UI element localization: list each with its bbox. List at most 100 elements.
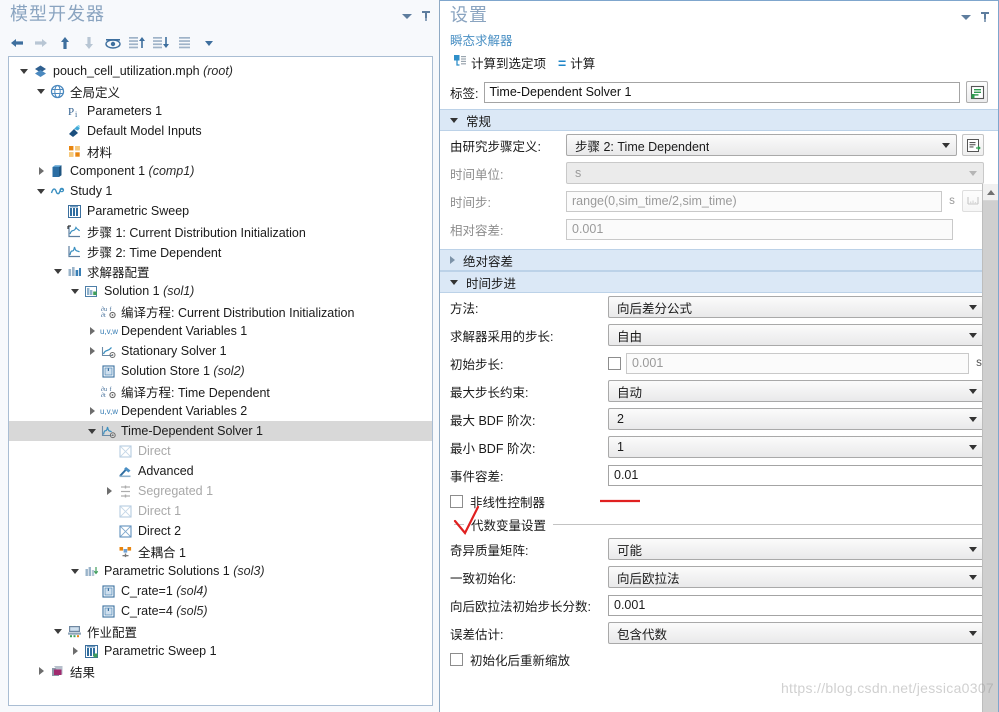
defined-by-study-step-select[interactable]: 步骤 2: Time Dependent <box>566 134 957 156</box>
move-down-icon[interactable] <box>78 32 100 54</box>
rescale-after-initialization-checkbox[interactable] <box>450 653 463 666</box>
expander-expand-icon[interactable] <box>34 167 48 175</box>
min-bdf-order-value: 1 <box>617 440 624 454</box>
compute-to-selected-button[interactable]: 计算到选定项 <box>450 52 549 73</box>
expander-expand-icon[interactable] <box>85 347 99 355</box>
collapse-all-icon[interactable] <box>126 32 148 54</box>
expander-expand-icon[interactable] <box>85 327 99 335</box>
tree-item-segregated-1[interactable]: Segregated 1 <box>9 481 432 501</box>
max-step-constraint-select[interactable]: 自动 <box>608 380 984 402</box>
expander-collapse-icon[interactable] <box>68 289 82 294</box>
tree-item-stationary-solver-1[interactable]: Stationary Solver 1 <box>9 341 432 361</box>
tree-item-time-dependent[interactable]: ∂u∂tf编译方程: Time Dependent <box>9 381 432 401</box>
pin-icon[interactable] <box>421 10 431 23</box>
tree-item-1-current-distribution-initialization[interactable]: 步骤 1: Current Distribution Initializatio… <box>9 221 432 241</box>
tree-item-c-rate-1[interactable]: C_rate=1 (sol4) <box>9 581 432 601</box>
tree-item-dependent-variables-2[interactable]: u,v,wDependent Variables 2 <box>9 401 432 421</box>
tree-item-[interactable]: 作业配置 <box>9 621 432 641</box>
move-up-icon[interactable] <box>54 32 76 54</box>
tree-item-direct[interactable]: Direct <box>9 441 432 461</box>
tree-item-default-model-inputs[interactable]: Default Model Inputs <box>9 121 432 141</box>
error-estimation-select[interactable]: 包含代数 <box>608 622 984 644</box>
relative-tolerance-input[interactable]: 0.001 <box>566 219 953 240</box>
sync-from-study-icon[interactable] <box>962 134 984 156</box>
tree-item-label: Parametric Sweep 1 <box>101 644 217 658</box>
job-config-icon <box>65 624 84 639</box>
tree-item-advanced[interactable]: Advanced <box>9 461 432 481</box>
label-input[interactable] <box>484 82 960 103</box>
settings-scrollbar[interactable] <box>982 184 998 712</box>
tree-item-parametric-sweep[interactable]: Parametric Sweep <box>9 201 432 221</box>
expander-collapse-icon[interactable] <box>68 569 82 574</box>
model-tree-container[interactable]: pouch_cell_utilization.mph (root)全局定义PiP… <box>8 56 433 706</box>
row-steps-taken-by-solver: 求解器采用的步长: 自由 <box>440 321 998 349</box>
expander-collapse-icon[interactable] <box>85 429 99 434</box>
tree-item-solution-1[interactable]: Solution 1 (sol1) <box>9 281 432 301</box>
svg-text:f: f <box>109 386 111 393</box>
section-header-general[interactable]: 常规 <box>440 109 998 131</box>
expander-collapse-icon[interactable] <box>51 269 65 274</box>
expand-all-icon[interactable] <box>150 32 172 54</box>
max-bdf-order-select[interactable]: 2 <box>608 408 984 430</box>
initial-step-checkbox[interactable] <box>608 357 621 370</box>
tree-item-2-time-dependent[interactable]: 步骤 2: Time Dependent <box>9 241 432 261</box>
tree-item-1[interactable]: 全耦合 1 <box>9 541 432 561</box>
time-unit-select[interactable]: s <box>566 162 984 184</box>
collapse-menu-icon[interactable] <box>402 14 412 19</box>
scrollbar-up-button[interactable] <box>983 184 998 201</box>
tree-item-current-distribution-initialization[interactable]: ∂u∂tf编译方程: Current Distribution Initiali… <box>9 301 432 321</box>
dependent-vars-icon: u,v,w <box>99 324 118 339</box>
expander-collapse-icon[interactable] <box>17 69 31 74</box>
section-header-time-stepping[interactable]: 时间步进 <box>440 271 998 293</box>
event-tolerance-input[interactable]: 0.01 <box>608 465 984 486</box>
expander-expand-icon[interactable] <box>34 667 48 675</box>
initial-step-label: 初始步长: <box>450 354 602 373</box>
node-list-icon[interactable] <box>174 32 196 54</box>
tree-item-solution-store-1[interactable]: Solution Store 1 (sol2) <box>9 361 432 381</box>
consistent-initialization-select[interactable]: 向后欧拉法 <box>608 566 984 588</box>
compile-equations-icon: ∂u∂tf <box>99 304 118 319</box>
collapse-menu-icon[interactable] <box>961 15 971 20</box>
steps-taken-select[interactable]: 自由 <box>608 324 984 346</box>
expander-expand-icon[interactable] <box>68 647 82 655</box>
tree-item-pouch-cell-utilization-mph[interactable]: pouch_cell_utilization.mph (root) <box>9 61 432 81</box>
tree-item-[interactable]: 全局定义 <box>9 81 432 101</box>
method-select[interactable]: 向后差分公式 <box>608 296 984 318</box>
tree-item-parametric-solutions-1[interactable]: Parametric Solutions 1 (sol3) <box>9 561 432 581</box>
time-steps-input[interactable]: range(0,sim_time/2,sim_time) <box>566 191 942 212</box>
mph-root-icon <box>31 64 50 79</box>
tree-item-[interactable]: 求解器配置 <box>9 261 432 281</box>
tree-item-study-1[interactable]: Study 1 <box>9 181 432 201</box>
tree-item-parametric-sweep-1[interactable]: Parametric Sweep 1 <box>9 641 432 661</box>
expander-collapse-icon[interactable] <box>34 189 48 194</box>
tree-item-dependent-variables-1[interactable]: u,v,wDependent Variables 1 <box>9 321 432 341</box>
tree-item-c-rate-4[interactable]: C_rate=4 (sol5) <box>9 601 432 621</box>
pin-icon[interactable] <box>980 11 990 24</box>
range-icon[interactable] <box>962 190 984 212</box>
min-bdf-order-select[interactable]: 1 <box>608 436 984 458</box>
tree-item-component-1[interactable]: Component 1 (comp1) <box>9 161 432 181</box>
expander-expand-icon[interactable] <box>102 487 116 495</box>
initial-step-input[interactable]: 0.001 <box>626 353 969 374</box>
nonlinear-controller-checkbox[interactable] <box>450 495 463 508</box>
tree-item-parameters-1[interactable]: PiParameters 1 <box>9 101 432 121</box>
time-dependent-solver-icon <box>99 424 118 439</box>
study-icon <box>48 184 67 199</box>
expander-collapse-icon[interactable] <box>34 89 48 94</box>
singular-mass-matrix-select[interactable]: 可能 <box>608 538 984 560</box>
back-icon[interactable] <box>6 32 28 54</box>
tree-item-direct-1[interactable]: Direct 1 <box>9 501 432 521</box>
backward-euler-fraction-input[interactable]: 0.001 <box>608 595 984 616</box>
expander-expand-icon[interactable] <box>85 407 99 415</box>
expander-collapse-icon[interactable] <box>51 629 65 634</box>
compute-button[interactable]: = 计算 <box>555 52 598 73</box>
chevron-down-icon[interactable] <box>198 32 220 54</box>
forward-icon[interactable] <box>30 32 52 54</box>
tree-item-[interactable]: 材料 <box>9 141 432 161</box>
section-header-absolute-tolerance[interactable]: 绝对容差 <box>440 249 998 271</box>
tree-item-time-dependent-solver-1[interactable]: Time-Dependent Solver 1 <box>9 421 432 441</box>
tree-item-[interactable]: 结果 <box>9 661 432 681</box>
tree-item-direct-2[interactable]: Direct 2 <box>9 521 432 541</box>
show-hide-icon[interactable] <box>102 32 124 54</box>
rename-icon[interactable] <box>966 81 988 103</box>
